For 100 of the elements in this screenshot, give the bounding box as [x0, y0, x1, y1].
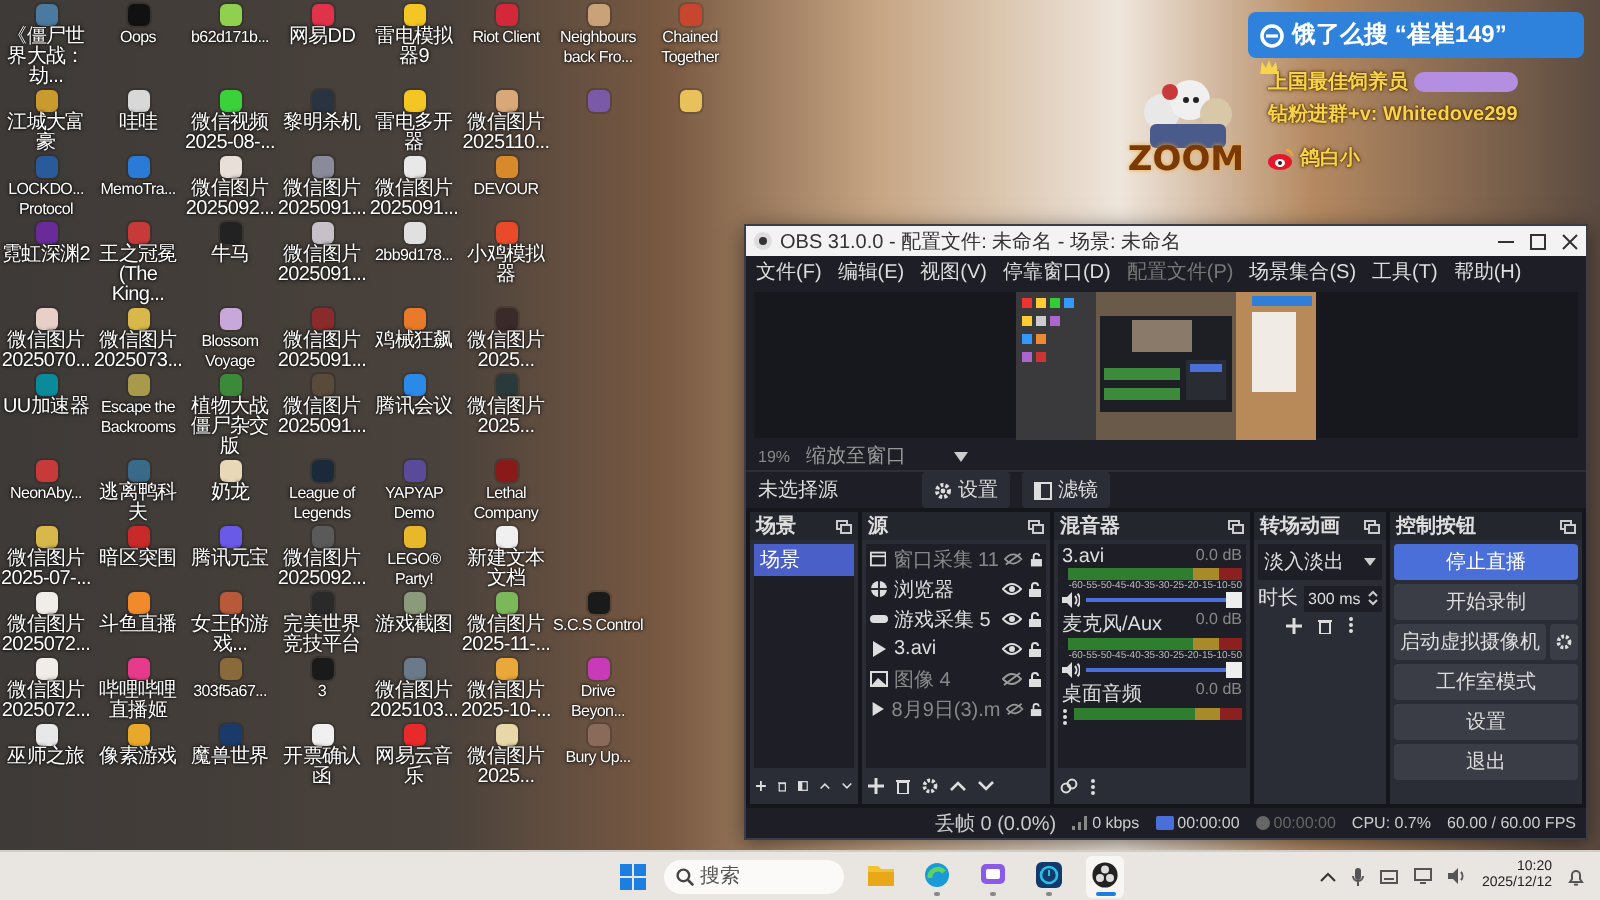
signal-bars-icon	[1072, 816, 1089, 830]
microphone-icon[interactable]	[1351, 867, 1364, 885]
app-icon[interactable]	[219, 460, 241, 482]
chevron-down-icon[interactable]	[842, 780, 852, 792]
source-item[interactable]: 8月9日(3).m	[866, 694, 1046, 724]
add-icon[interactable]	[1286, 617, 1302, 633]
app-icon[interactable]	[127, 308, 149, 330]
start-icon[interactable]	[620, 863, 646, 889]
duration-field[interactable]: 300 ms	[1304, 585, 1382, 611]
menu-item[interactable]: 视图(V)	[920, 258, 987, 286]
icon-label: Chained Together	[659, 28, 721, 68]
app-icon[interactable]	[127, 90, 149, 112]
menu-item[interactable]: 工具(T)	[1372, 258, 1438, 286]
app-icon[interactable]	[127, 592, 149, 614]
app-icon[interactable]	[403, 156, 425, 178]
app-icon[interactable]	[219, 90, 241, 112]
menu-item[interactable]: 文件(F)	[756, 258, 822, 286]
undock-icon[interactable]	[1560, 519, 1576, 533]
properties-button[interactable]: 设置	[922, 472, 1010, 508]
control-button[interactable]: 退出	[1394, 744, 1578, 780]
source-item[interactable]: 3.avi	[866, 634, 1046, 664]
eye-slash-icon[interactable]	[1006, 702, 1024, 716]
app-icon[interactable]	[219, 156, 241, 178]
app-icon[interactable]	[35, 308, 57, 330]
source-item[interactable]: 浏览器	[866, 574, 1046, 604]
app-icon[interactable]	[35, 658, 57, 680]
icon-label: 微信图片 2025092...	[276, 550, 368, 590]
speaker-icon[interactable]	[1447, 868, 1466, 884]
app-icon[interactable]	[35, 90, 57, 112]
source-item[interactable]: 窗口采集 11	[866, 544, 1046, 574]
search-field[interactable]: 搜索	[664, 859, 844, 893]
more-icon[interactable]	[1090, 777, 1096, 795]
delete-icon[interactable]	[1318, 617, 1332, 633]
app-icon[interactable]	[403, 4, 425, 26]
more-icon[interactable]	[1062, 708, 1068, 726]
eye-slash-icon[interactable]	[1002, 672, 1022, 686]
app-icon[interactable]	[35, 724, 57, 746]
overlay-text: 上国最佳饲养员	[1268, 68, 1408, 96]
monitor-icon[interactable]	[1413, 868, 1432, 884]
undock-icon[interactable]	[1228, 519, 1244, 533]
filter-icon[interactable]	[798, 778, 809, 794]
control-button[interactable]: 停止直播	[1394, 544, 1578, 580]
speaker-icon[interactable]	[1062, 662, 1080, 678]
control-button[interactable]: 启动虚拟摄像机	[1394, 624, 1546, 660]
menu-item[interactable]: 帮助(H)	[1453, 258, 1522, 286]
more-icon[interactable]	[1348, 616, 1354, 634]
settings-button[interactable]	[1550, 624, 1578, 660]
control-button[interactable]: 开始录制	[1394, 584, 1578, 620]
app-icon[interactable]	[495, 592, 517, 614]
scene-item[interactable]: 场景	[754, 544, 854, 576]
scale-dropdown[interactable]: 缩放至窗口	[806, 442, 969, 470]
image-source-icon	[870, 670, 888, 688]
app-icon[interactable]	[495, 724, 517, 746]
delete-icon[interactable]	[896, 778, 910, 794]
app-icon[interactable]	[311, 222, 333, 244]
keyboard-icon[interactable]	[1379, 869, 1398, 883]
icon-label: MemoTra...	[98, 180, 178, 200]
lock-icon[interactable]	[1028, 581, 1042, 597]
eye-icon[interactable]	[1002, 582, 1022, 596]
eye-slash-icon[interactable]	[1004, 552, 1024, 566]
volume-slider[interactable]	[1086, 662, 1242, 678]
app-icon[interactable]	[495, 658, 517, 680]
bell-icon[interactable]	[1568, 867, 1584, 885]
chevron-down-icon[interactable]	[978, 780, 994, 792]
filters-button[interactable]: 滤镜	[1022, 472, 1110, 508]
transition-dropdown[interactable]: 淡入淡出	[1258, 544, 1382, 580]
taskbar-app-button[interactable]	[1086, 855, 1124, 897]
volume-slider[interactable]	[1086, 592, 1242, 608]
source-item[interactable]: 图像 4	[866, 664, 1046, 694]
app-icon[interactable]	[495, 90, 517, 112]
app-icon[interactable]	[311, 724, 333, 746]
lock-icon[interactable]	[1028, 641, 1042, 657]
app-icon[interactable]	[35, 526, 57, 548]
speaker-icon[interactable]	[1062, 592, 1080, 608]
control-button[interactable]: 工作室模式	[1394, 664, 1578, 700]
app-icon[interactable]	[127, 724, 149, 746]
app-icon[interactable]	[35, 592, 57, 614]
gear-icon[interactable]	[922, 778, 938, 794]
eye-icon[interactable]	[1002, 612, 1022, 626]
undock-icon[interactable]	[836, 519, 852, 533]
menu-item[interactable]: 场景集合(S)	[1249, 258, 1357, 286]
menu-item[interactable]: 停靠窗口(D)	[1002, 258, 1111, 286]
app-icon[interactable]	[495, 526, 517, 548]
undock-icon[interactable]	[1028, 519, 1044, 533]
lock-icon[interactable]	[1029, 551, 1043, 567]
app-icon[interactable]	[403, 90, 425, 112]
lock-icon[interactable]	[1029, 701, 1042, 717]
add-icon[interactable]	[868, 778, 884, 794]
add-icon[interactable]	[756, 778, 766, 794]
chevron-up-icon[interactable]	[1319, 871, 1336, 881]
lock-icon[interactable]	[1028, 611, 1042, 627]
lock-icon[interactable]	[1028, 671, 1042, 687]
source-item[interactable]: 游戏采集 5	[866, 604, 1046, 634]
eye-icon[interactable]	[1002, 642, 1022, 656]
delete-icon[interactable]	[777, 778, 787, 794]
status-text: 00:00:00	[1273, 814, 1336, 832]
link-icon[interactable]	[1060, 778, 1078, 794]
menu-item[interactable]: 编辑(E)	[837, 258, 905, 286]
undock-icon[interactable]	[1364, 519, 1380, 533]
control-button[interactable]: 设置	[1394, 704, 1578, 740]
